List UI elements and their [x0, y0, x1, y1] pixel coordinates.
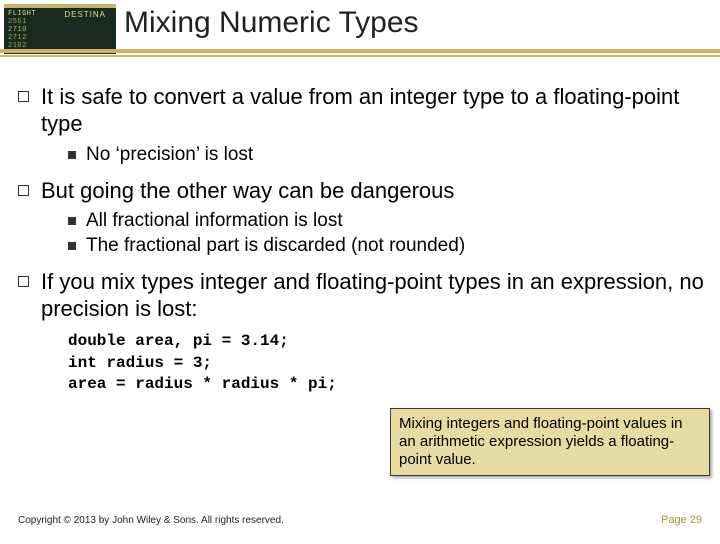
sub-bullet: The fractional part is discarded (not ro…	[68, 235, 704, 257]
bullet-2: But going the other way can be dangerous	[18, 178, 704, 205]
square-bullet-icon	[18, 91, 29, 102]
footer: Copyright © 2013 by John Wiley & Sons. A…	[18, 514, 702, 526]
sub-bullet: All fractional information is lost	[68, 210, 704, 232]
code-block: double area, pi = 3.14; int radius = 3; …	[68, 331, 388, 396]
photo-text: 2551	[8, 18, 27, 26]
page-number: Page 29	[661, 514, 702, 526]
photo-text: DESTINA	[64, 10, 106, 19]
sub-bullet-text: No ‘precision’ is lost	[86, 144, 253, 166]
square-bullet-solid-icon	[68, 217, 76, 225]
bullet-3: If you mix types integer and floating-po…	[18, 269, 704, 323]
bullet-2-text: But going the other way can be dangerous	[41, 178, 454, 205]
title-bar: FLIGHT 2551 2710 2712 2102 DESTINA Mixin…	[0, 4, 720, 64]
photo-text: 2710	[8, 26, 27, 34]
bullet-1: It is safe to convert a value from an in…	[18, 84, 704, 138]
square-bullet-icon	[18, 276, 29, 287]
title-underline	[0, 49, 720, 57]
page-title: Mixing Numeric Types	[124, 6, 419, 40]
sub-bullet: No ‘precision’ is lost	[68, 144, 704, 166]
photo-text: FLIGHT	[8, 10, 36, 18]
photo-text: 2712	[8, 34, 27, 42]
copyright-text: Copyright © 2013 by John Wiley & Sons. A…	[18, 515, 284, 526]
sub-bullet-text: All fractional information is lost	[86, 210, 343, 232]
callout-box: Mixing integers and floating-point value…	[390, 408, 710, 476]
bullet-3-text: If you mix types integer and floating-po…	[41, 269, 704, 323]
square-bullet-solid-icon	[68, 242, 76, 250]
bullet-1-text: It is safe to convert a value from an in…	[41, 84, 704, 138]
square-bullet-solid-icon	[68, 151, 76, 159]
square-bullet-icon	[18, 185, 29, 196]
sub-bullet-text: The fractional part is discarded (not ro…	[86, 235, 465, 257]
decorative-photo: FLIGHT 2551 2710 2712 2102 DESTINA	[4, 4, 116, 54]
content: It is safe to convert a value from an in…	[18, 84, 704, 396]
